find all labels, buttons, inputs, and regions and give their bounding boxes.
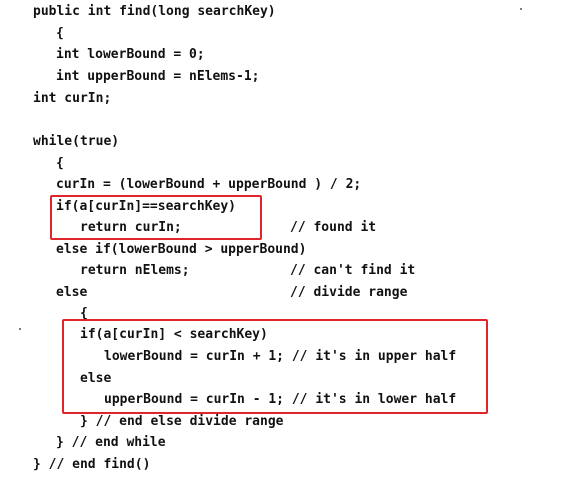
code-line-while: while(true) [33,134,120,149]
scan-speck [520,8,522,10]
code-line-method-open-brace: { [56,26,64,41]
code-line-else: else [56,285,88,300]
code-comment-cant-find: // can't find it [290,263,416,278]
code-comment-found-it: // found it [290,220,377,235]
code-line-while-open-brace: { [56,156,64,171]
code-comment-divide-range: // divide range [290,285,408,300]
code-line-curin-decl: int curIn; [33,91,112,106]
code-line-end-while: } // end while [56,435,166,450]
code-line-return-nelems: return nElems; [80,263,190,278]
code-line-method-signature: public int find(long searchKey) [33,4,276,19]
code-line-curin-assign: curIn = (lowerBound + upperBound ) / 2; [56,177,362,192]
code-line-end-else: } // end else divide range [80,414,284,429]
code-line-end-find: } // end find() [33,457,151,472]
scan-speck [19,328,21,330]
code-line-upperbound-decl: int upperBound = nElems-1; [56,69,260,84]
highlight-box-divide-range [62,319,488,414]
code-line-lowerbound-decl: int lowerBound = 0; [56,47,205,62]
highlight-box-found-check [50,195,262,240]
code-line-else-if-bounds: else if(lowerBound > upperBound) [56,242,307,257]
